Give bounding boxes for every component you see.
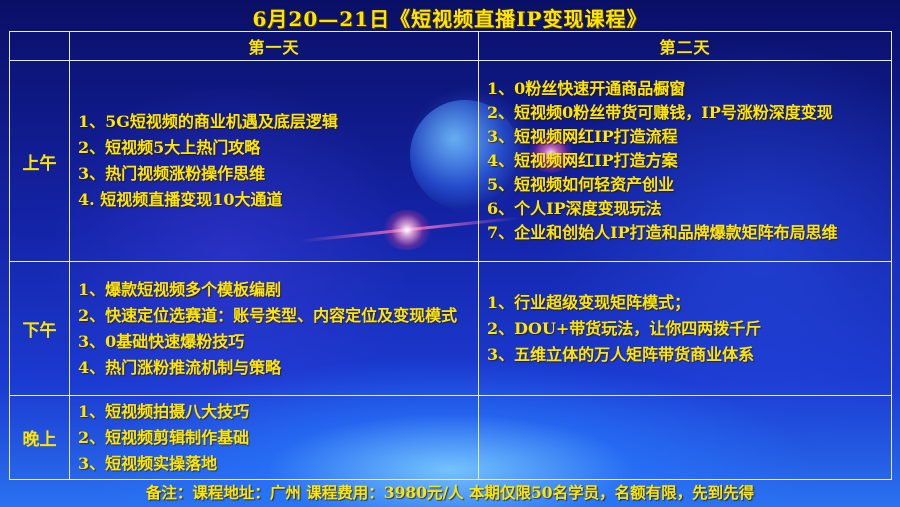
footer-note: 备注：课程地址：广州 课程费用：3980元/人 本期仅限50名学员，名额有限，先…	[145, 483, 755, 502]
list-item: 4、热门涨粉推流机制与策略	[78, 357, 282, 377]
cell-pm-day2: 1、行业超级变现矩阵模式； 2、DOU+带货玩法，让你四两拨千斤 3、五维立体的万人…	[478, 261, 892, 396]
list-item: 2、快速定位选赛道：账号类型、内容定位及变现模式	[78, 305, 458, 325]
header-corner	[9, 31, 70, 61]
period-label-ev: 晚上	[9, 395, 70, 480]
cell-am-day1: 1、5G短视频的商业机遇及底层逻辑 2、短视频5大上热门攻略 3、热门视频涨粉操作思…	[69, 60, 479, 262]
list-item: 3、0基础快速爆粉技巧	[78, 331, 245, 351]
topic-list: 1、行业超级变现矩阵模式； 2、DOU+带货玩法，让你四两拨千斤 3、五维立体的万人…	[479, 290, 891, 368]
period-label-am: 上午	[9, 60, 70, 262]
cell-ev-day1: 1、短视频拍摄八大技巧 2、短视频剪辑制作基础 3、短视频实操落地	[69, 395, 479, 480]
list-item: 7、企业和创始人IP打造和品牌爆款矩阵布局思维	[487, 223, 838, 242]
list-item: 2、短视频5大上热门攻略	[78, 138, 261, 157]
list-item: 3、短视频网红IP打造流程	[487, 127, 678, 146]
list-item: 5、短视频如何轻资产创业	[487, 175, 675, 194]
list-item: 6、个人IP深度变现玩法	[487, 199, 662, 218]
list-item: 1、0粉丝快速开通商品橱窗	[487, 79, 686, 98]
list-item: 1、行业超级变现矩阵模式；	[487, 292, 691, 312]
list-item: 1、爆款短视频多个模板编剧	[78, 279, 282, 299]
cell-am-day2: 1、0粉丝快速开通商品橱窗 2、短视频0粉丝带货可赚钱，IP号涨粉深度变现 3、短视…	[478, 60, 892, 262]
cell-pm-day1: 1、爆款短视频多个模板编剧 2、快速定位选赛道：账号类型、内容定位及变现模式 3、0…	[69, 261, 479, 396]
list-item: 1、短视频拍摄八大技巧	[78, 401, 250, 421]
page-title: 6月20—21日《短视频直播IP变现课程》	[252, 7, 648, 31]
list-item: 2、短视频剪辑制作基础	[78, 427, 250, 447]
list-item: 4、短视频网红IP打造方案	[487, 151, 678, 170]
list-item: 3、热门视频涨粉操作思维	[78, 164, 266, 183]
topic-list: 1、5G短视频的商业机遇及底层逻辑 2、短视频5大上热门攻略 3、热门视频涨粉操作思…	[70, 109, 478, 213]
topic-list: 1、爆款短视频多个模板编剧 2、快速定位选赛道：账号类型、内容定位及变现模式 3、0…	[70, 277, 478, 381]
topic-list: 1、短视频拍摄八大技巧 2、短视频剪辑制作基础 3、短视频实操落地	[70, 399, 478, 477]
list-item: 4. 短视频直播变现10大通道	[78, 190, 283, 209]
table-row-pm: 下午 1、爆款短视频多个模板编剧 2、快速定位选赛道：账号类型、内容定位及变现模式…	[9, 261, 892, 396]
list-item: 3、短视频实操落地	[78, 453, 218, 473]
table-header-row: 第一天 第二天	[9, 31, 892, 61]
header-day2: 第二天	[478, 31, 892, 61]
period-label-pm: 下午	[9, 261, 70, 396]
header-day1: 第一天	[69, 31, 479, 61]
schedule-table: 第一天 第二天 上午 1、5G短视频的商业机遇及底层逻辑 2、短视频5大上热门攻略…	[9, 31, 892, 480]
list-item: 3、五维立体的万人矩阵带货商业体系	[487, 344, 755, 364]
table-row-am: 上午 1、5G短视频的商业机遇及底层逻辑 2、短视频5大上热门攻略 3、热门视频涨粉…	[9, 60, 892, 262]
list-item: 2、短视频0粉丝带货可赚钱，IP号涨粉深度变现	[487, 103, 833, 122]
list-item: 2、DOU+带货玩法，让你四两拨千斤	[487, 318, 762, 338]
table-row-ev: 晚上 1、短视频拍摄八大技巧 2、短视频剪辑制作基础 3、短视频实操落地	[9, 395, 892, 480]
topic-list: 1、0粉丝快速开通商品橱窗 2、短视频0粉丝带货可赚钱，IP号涨粉深度变现 3、短视…	[479, 77, 891, 245]
list-item: 1、5G短视频的商业机遇及底层逻辑	[78, 112, 338, 131]
cell-ev-day2	[478, 395, 892, 480]
